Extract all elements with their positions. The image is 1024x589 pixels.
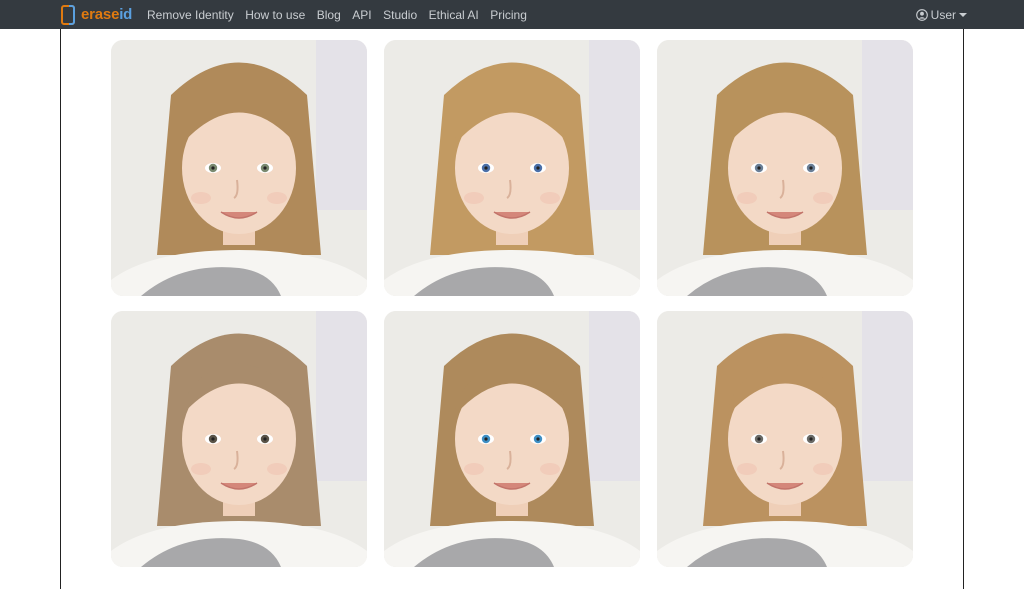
result-image[interactable] [384, 311, 640, 567]
nav-links: Remove Identity How to use Blog API Stud… [147, 0, 538, 29]
result-image[interactable] [657, 311, 913, 567]
brand-logo[interactable]: eraseid [61, 4, 132, 25]
nav-link-ethical-ai[interactable]: Ethical AI [429, 8, 479, 22]
portrait-illustration [657, 40, 913, 296]
nav-link-api[interactable]: API [352, 8, 371, 22]
result-image[interactable] [111, 311, 367, 567]
user-avatar-icon [915, 8, 928, 21]
eraseid-logo-icon [61, 4, 75, 25]
nav-link-pricing[interactable]: Pricing [490, 8, 527, 22]
result-image[interactable] [384, 40, 640, 296]
user-menu-label: User [930, 7, 956, 22]
nav-link-remove-identity[interactable]: Remove Identity [147, 8, 234, 22]
user-menu-dropdown[interactable]: User [915, 0, 967, 29]
portrait-illustration [111, 311, 367, 567]
brand-name: eraseid [81, 6, 133, 23]
nav-link-blog[interactable]: Blog [317, 8, 341, 22]
nav-link-studio[interactable]: Studio [383, 8, 417, 22]
top-navbar: eraseid Remove Identity How to use Blog … [0, 0, 1024, 29]
nav-link-how-to-use[interactable]: How to use [245, 8, 305, 22]
portrait-illustration [384, 311, 640, 567]
result-image[interactable] [111, 40, 367, 296]
portrait-illustration [111, 40, 367, 296]
result-image[interactable] [657, 40, 913, 296]
portrait-illustration [384, 40, 640, 296]
chevron-down-icon [959, 12, 967, 17]
portrait-illustration [657, 311, 913, 567]
